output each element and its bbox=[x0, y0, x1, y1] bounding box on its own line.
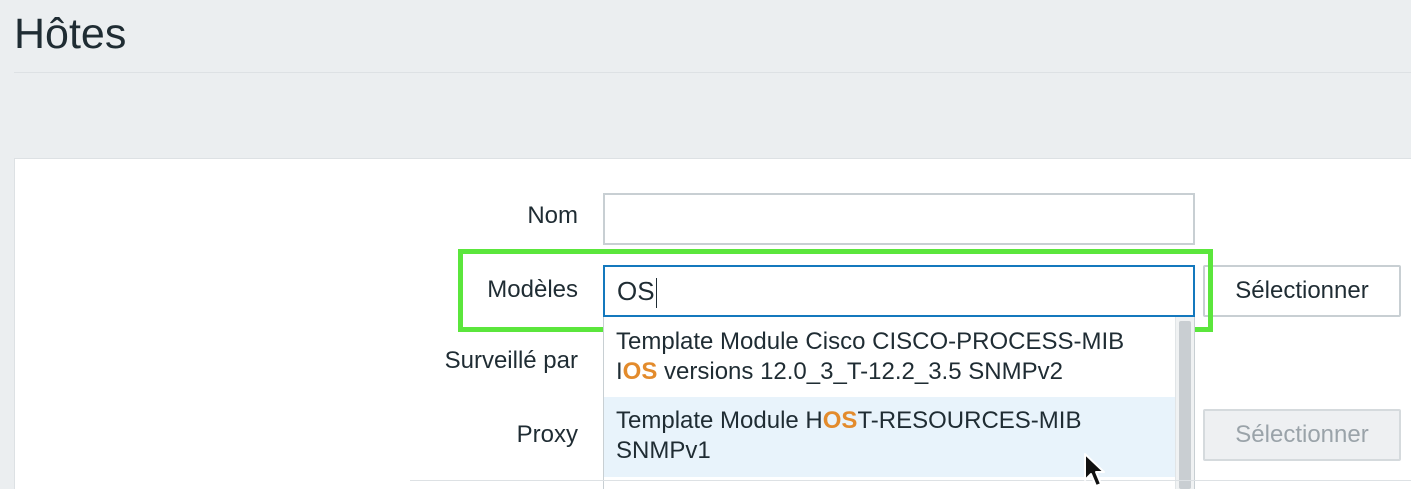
name-label: Nom bbox=[527, 202, 578, 229]
scrollbar-thumb[interactable] bbox=[1179, 321, 1191, 489]
suggestion-text-before: Template Module H bbox=[616, 407, 823, 434]
proxy-select-button[interactable]: Sélectionner bbox=[1203, 409, 1401, 461]
templates-select-button[interactable]: Sélectionner bbox=[1203, 265, 1401, 317]
suggestion-item[interactable]: Template Module Cisco CISCO-PROCESS-MIB … bbox=[604, 317, 1175, 397]
proxy-label: Proxy bbox=[516, 421, 578, 448]
name-input[interactable] bbox=[603, 193, 1195, 245]
mouse-pointer-icon bbox=[1084, 453, 1105, 487]
suggestion-match-highlight: OS bbox=[622, 358, 658, 385]
form-bottom-divider bbox=[410, 480, 1411, 481]
suggestion-text-after: versions 12.0_3_T-12.2_3.5 SNMPv2 bbox=[657, 358, 1063, 385]
page-title: Hôtes bbox=[14, 10, 127, 58]
title-divider bbox=[14, 72, 1411, 73]
suggestion-match-highlight: OS bbox=[822, 407, 858, 434]
monitored-by-label: Surveillé par bbox=[444, 347, 578, 374]
dropdown-scrollbar[interactable] bbox=[1175, 317, 1194, 489]
